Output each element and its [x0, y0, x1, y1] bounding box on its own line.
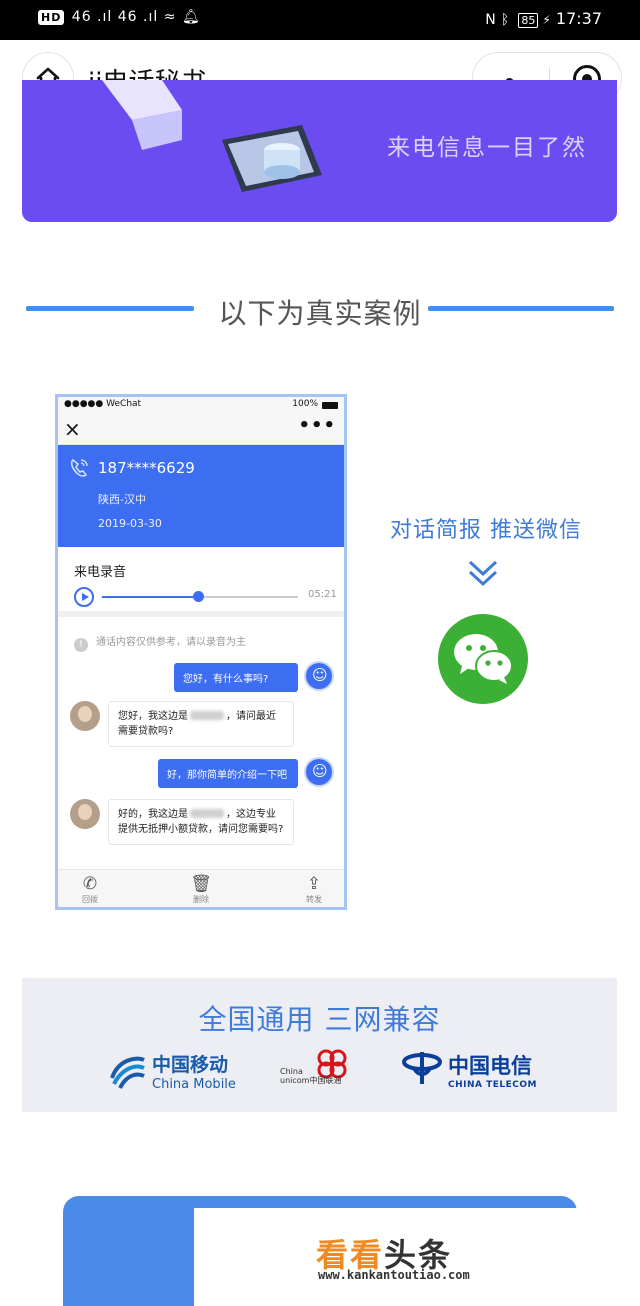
bluetooth-icon: ᛒ — [500, 12, 510, 28]
china-telecom-en: CHINA TELECOM — [448, 1080, 537, 1090]
mock-close-icon: × — [64, 417, 81, 441]
audio-knob — [193, 591, 205, 602]
clock: 17:37 — [555, 9, 602, 28]
banner-partial-heading-decor — [322, 82, 331, 107]
mock-status-bar: ●●●●● WeChat 100% — [58, 397, 344, 415]
assistant-avatar — [304, 661, 334, 691]
recording-duration: 05:21 — [308, 589, 337, 600]
message-bubble-right: 您好，有什么事吗? — [174, 663, 298, 692]
carrier-title: 全国通用 三网兼容 — [198, 1003, 441, 1036]
status-left: HD 46 .ıl 46 .ıl ≈ 🔔︎ — [38, 9, 201, 25]
caller-avatar — [70, 799, 100, 829]
mock-battery-icon — [322, 402, 338, 409]
nfc-icon: N — [485, 12, 496, 28]
forward-tab: ⇪ 转发 — [284, 874, 344, 905]
china-mobile-en: China Mobile — [152, 1077, 236, 1092]
china-mobile-cn: 中国移动 — [152, 1054, 229, 1076]
redacted-name — [190, 809, 224, 818]
mock-battery: 100% — [292, 399, 318, 409]
info-icon: ! — [74, 638, 88, 652]
double-chevron-down-icon — [468, 560, 498, 587]
forward-label: 转发 — [306, 895, 322, 904]
trash-icon: 🗑 — [190, 874, 212, 894]
charging-icon: ⚡︎ — [542, 13, 551, 27]
china-telecom-cn: 中国电信 — [448, 1054, 532, 1078]
mock-more-icon: ••• — [298, 415, 336, 436]
share-icon: ⇪ — [306, 874, 322, 894]
callback-label: 回拨 — [82, 895, 98, 904]
message-text-before: 您好，我这边是 — [118, 711, 188, 722]
delete-label: 删除 — [193, 895, 209, 904]
delete-tab: 🗑 删除 — [171, 874, 231, 905]
china-unicom-label: China unicom中国联通 — [280, 1067, 342, 1086]
unicom-en-2: unicom中国联通 — [280, 1075, 342, 1085]
caller-avatar — [70, 701, 100, 731]
message-bubble-left: 您好，我这边是 ，请问最近需要贷款吗? — [108, 701, 294, 747]
china-mobile-logo-icon — [110, 1056, 145, 1089]
battery-level: 85 — [518, 13, 539, 28]
wechat-icon — [454, 634, 513, 684]
status-bar: HD 46 .ıl 46 .ıl ≈ 🔔︎ N ᛒ 85 ⚡︎ 17:37 — [0, 0, 640, 40]
message-bubble-left: 好的，我这边是 ，这边专业提供无抵押小额贷款，请问您需要吗? — [108, 799, 294, 845]
transcript-notice-text: 通话内容仅供参考，请以录音为主 — [96, 637, 246, 648]
play-icon — [74, 587, 94, 607]
transcript-notice: ! 通话内容仅供参考，请以录音为主 — [74, 633, 246, 652]
message-text-before: 好的，我这边是 — [118, 809, 188, 820]
recording-panel: 来电录音 05:21 — [58, 547, 344, 617]
promo-banner: 来电信息一目了然 — [22, 80, 617, 222]
call-date: 2019-03-30 — [98, 517, 162, 530]
callback-tab: ✆ 回拨 — [60, 874, 120, 905]
carrier-compatibility-panel: 全国通用 三网兼容 中国移动 China Mobile China unicom… — [22, 978, 617, 1112]
wechat-logo — [438, 614, 528, 704]
phone-call-icon — [70, 458, 88, 477]
audio-progress — [102, 596, 199, 598]
banner-tagline: 来电信息一目了然 — [387, 135, 587, 161]
watermark-url: www.kankantoutiao.com — [318, 1268, 470, 1282]
caller-number: 187****6629 — [98, 459, 195, 477]
china-mobile-label: 中国移动 China Mobile — [152, 1050, 236, 1092]
china-telecom-logo-icon — [402, 1052, 442, 1084]
page-root: HD 46 .ıl 46 .ıl ≈ 🔔︎ N ᛒ 85⚡︎ 17:37 ii电… — [0, 0, 640, 1306]
wifi-icon: ≈ — [163, 9, 177, 25]
caller-info-card: 187****6629 陕西-汉中 2019-03-30 — [58, 445, 344, 547]
callback-icon: ✆ — [82, 874, 98, 894]
section-title: 以下为真实案例 — [218, 297, 422, 330]
caller-location: 陕西-汉中 — [98, 493, 146, 506]
notification-bell-icon: 🔔︎ — [181, 9, 201, 25]
assistant-avatar — [304, 757, 334, 787]
mock-nav-bar: × ••• — [58, 415, 344, 445]
watermark: 看看头条 www.kankantoutiao.com — [194, 1208, 578, 1306]
heading-line-right — [428, 306, 614, 311]
mock-bottom-toolbar: ✆ 回拨 🗑 删除 ⇪ 转发 — [58, 869, 344, 907]
recording-title: 来电录音 — [74, 565, 127, 580]
case-tagline: 对话简报 推送微信 — [390, 518, 582, 543]
china-telecom-label: 中国电信 CHINA TELECOM — [448, 1050, 537, 1090]
status-right: N ᛒ 85 ⚡︎ 17:37 — [485, 9, 602, 28]
signal-text: 46 .ıl 46 .ıl — [71, 9, 159, 25]
hd-badge: HD — [38, 10, 65, 25]
mock-status-left: ●●●●● WeChat — [64, 399, 142, 409]
redacted-name — [190, 711, 224, 720]
banner-illustration — [102, 80, 322, 192]
message-bubble-right: 好，那你简单的介绍一下吧 — [158, 759, 298, 788]
phone-screenshot-mock: ●●●●● WeChat 100% × ••• 187****6629 陕西-汉… — [55, 394, 347, 910]
